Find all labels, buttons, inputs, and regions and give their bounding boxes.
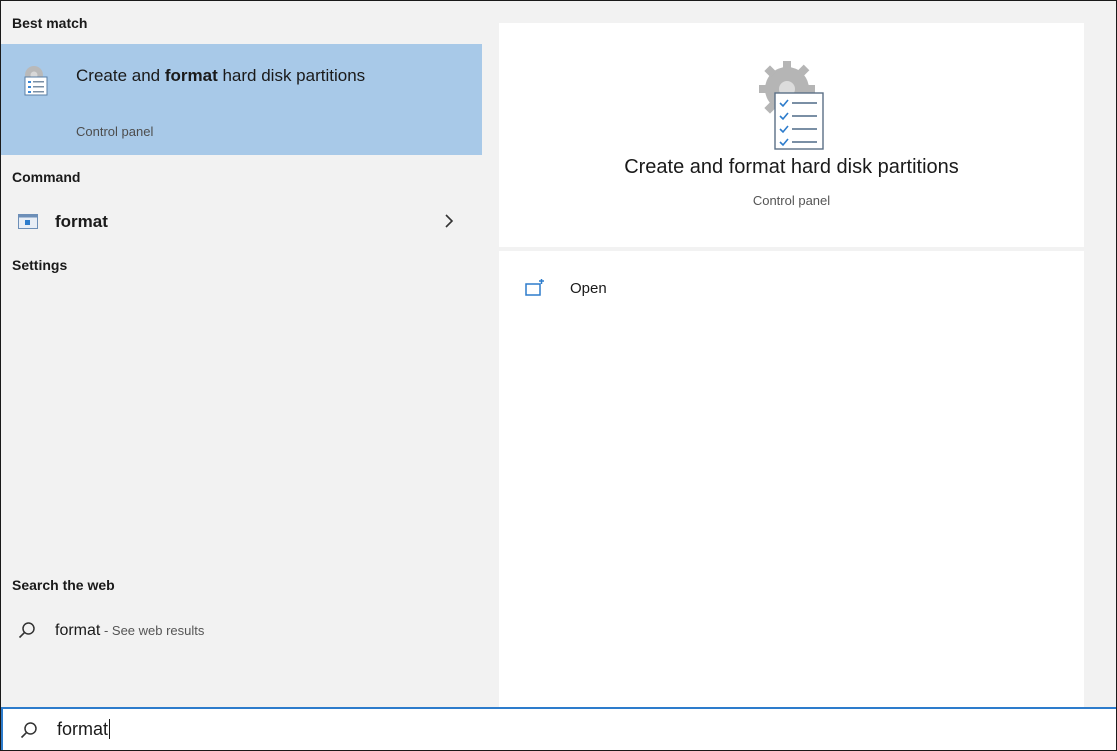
preview-pane: Create and format hard disk partitions C… <box>482 1 1116 707</box>
preview-subtitle: Control panel <box>752 193 831 208</box>
section-best-match: Best match <box>12 15 88 31</box>
text-caret <box>109 719 111 739</box>
command-item-label: format <box>55 212 108 231</box>
web-search-text: format - See web results <box>55 622 205 639</box>
open-action[interactable]: Open <box>525 275 725 303</box>
disk-management-icon <box>24 66 48 96</box>
disk-management-icon <box>759 61 824 150</box>
search-input[interactable]: format <box>57 719 111 740</box>
search-icon <box>20 722 37 739</box>
actions-card: Open <box>499 251 1084 707</box>
open-action-label: Open <box>570 280 607 297</box>
results-pane: Best match Create and format hard disk p… <box>1 1 482 707</box>
preview-card: Create and format hard disk partitions C… <box>499 23 1084 247</box>
section-command: Command <box>12 169 81 185</box>
chevron-right-icon[interactable] <box>443 213 455 229</box>
web-search-item[interactable]: format - See web results <box>1 616 482 648</box>
preview-title: Create and format hard disk partitions <box>624 156 959 178</box>
best-match-title: Create and format hard disk partitions <box>76 66 366 85</box>
best-match-item[interactable]: Create and format hard disk partitions C… <box>1 44 482 155</box>
command-window-icon <box>18 214 38 229</box>
best-match-subtitle: Control panel <box>76 124 154 139</box>
section-settings: Settings <box>12 257 68 273</box>
search-icon <box>18 622 35 639</box>
command-item-format[interactable]: format <box>1 203 482 241</box>
section-search-web: Search the web <box>12 577 115 593</box>
search-bar[interactable]: format <box>1 707 1116 750</box>
open-window-icon <box>525 279 544 296</box>
start-search-window: Best match Create and format hard disk p… <box>0 0 1117 751</box>
